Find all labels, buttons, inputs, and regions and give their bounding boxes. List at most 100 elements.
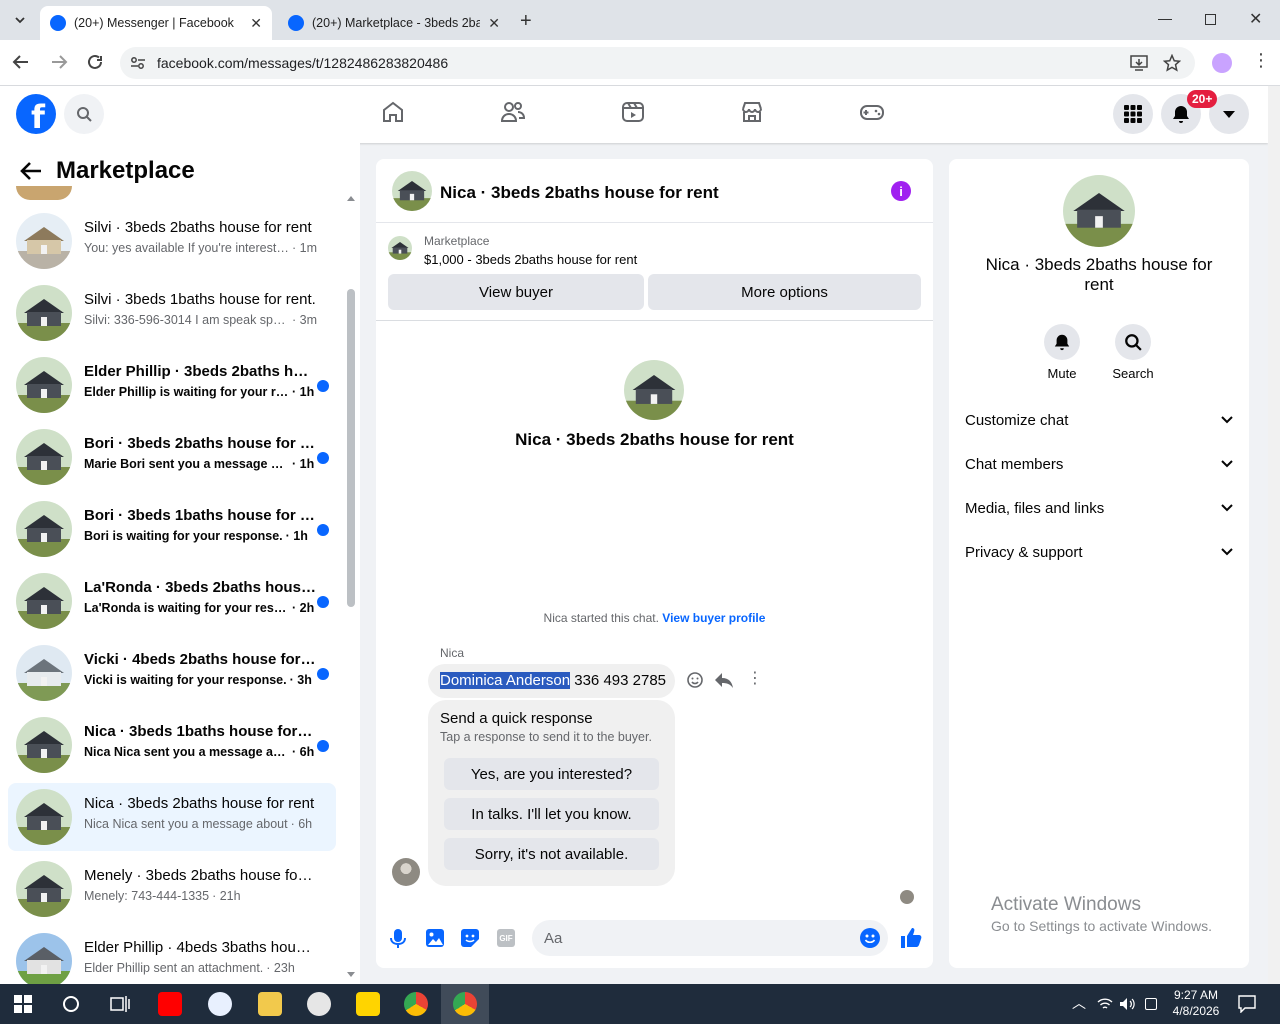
- conversation-info-button[interactable]: i: [891, 181, 911, 201]
- menu-grid-button[interactable]: [1113, 94, 1153, 134]
- view-buyer-profile-link[interactable]: View buyer profile: [662, 611, 765, 625]
- chrome-icon[interactable]: [404, 992, 428, 1016]
- emoji-picker-icon[interactable]: [860, 928, 880, 948]
- friends-icon[interactable]: [500, 100, 526, 124]
- preview-time: · 21h: [212, 889, 241, 903]
- thumbs-up-icon[interactable]: [900, 927, 922, 949]
- conversation-row[interactable]: Nica · 3beds 2baths house for rent Nica N…: [8, 783, 336, 851]
- conversation-row[interactable]: Silvi · 3beds 2baths house for rent You: …: [8, 207, 336, 275]
- vpn-shield-icon[interactable]: [208, 992, 232, 1016]
- privacy-support-row[interactable]: Privacy & support: [965, 530, 1233, 574]
- preview-time: · 3m: [292, 313, 317, 327]
- view-buyer-button[interactable]: View buyer: [388, 274, 644, 310]
- close-icon[interactable]: ✕: [250, 15, 262, 32]
- quick-response-yes[interactable]: Yes, are you interested?: [444, 758, 659, 790]
- tray-chevron-up-icon[interactable]: ︿: [1072, 993, 1086, 1013]
- extensions-puzzle-button[interactable]: [1212, 53, 1232, 73]
- gaming-controller-icon[interactable]: [859, 100, 885, 124]
- reply-icon[interactable]: [714, 671, 734, 689]
- more-options-button[interactable]: More options: [648, 274, 921, 310]
- conversation-row[interactable]: Nica · 3beds 1baths house for rent Nica N…: [8, 711, 336, 779]
- conversation-name: Bori · 3beds 2baths house for rent: [84, 435, 316, 452]
- emoji-react-icon[interactable]: [686, 671, 704, 689]
- home-icon[interactable]: [381, 100, 405, 124]
- conversation-row[interactable]: Vicki · 4beds 2baths house for rent Vicki…: [8, 639, 336, 707]
- microphone-icon[interactable]: [390, 929, 406, 949]
- scroll-down-arrow[interactable]: [347, 972, 355, 977]
- restore-button[interactable]: [1205, 14, 1216, 25]
- youtube-icon[interactable]: [158, 992, 182, 1016]
- message-bubble[interactable]: Dominica Anderson 336 493 2785: [428, 664, 675, 698]
- conversation-row[interactable]: Menely · 3beds 2baths house for rent Mene…: [8, 855, 336, 923]
- message-input[interactable]: Aa: [532, 920, 888, 956]
- sticker-icon[interactable]: [461, 929, 479, 947]
- conversation-avatar: [16, 573, 72, 629]
- paint-icon[interactable]: [307, 992, 331, 1016]
- close-icon[interactable]: ✕: [488, 15, 500, 32]
- notifications-icon[interactable]: [1238, 995, 1256, 1013]
- search-in-chat-button[interactable]: Search: [1093, 324, 1173, 381]
- tab-messenger[interactable]: (20+) Messenger | Facebook ✕: [40, 6, 272, 40]
- bookmark-star-icon[interactable]: [1163, 54, 1181, 72]
- address-bar[interactable]: facebook.com/messages/t/1282486283820486: [120, 47, 1195, 79]
- marketplace-title: Marketplace: [56, 157, 195, 184]
- chat-header-title[interactable]: Nica · 3beds 2baths house for rent: [440, 183, 719, 203]
- site-info-icon[interactable]: [130, 56, 146, 70]
- speaker-icon[interactable]: [1119, 997, 1135, 1011]
- photo-icon[interactable]: [426, 929, 444, 947]
- unread-dot: [317, 668, 329, 680]
- listing-detail[interactable]: $1,000 - 3beds 2baths house for rent: [424, 252, 637, 267]
- page-scrollbar[interactable]: [1268, 86, 1280, 984]
- sender-avatar[interactable]: [392, 858, 420, 886]
- gif-icon[interactable]: GIF: [497, 929, 515, 947]
- file-explorer-icon[interactable]: [258, 992, 282, 1016]
- facebook-logo[interactable]: f: [16, 94, 56, 134]
- chat-members-row[interactable]: Chat members: [965, 442, 1233, 486]
- media-files-links-row[interactable]: Media, files and links: [965, 486, 1233, 530]
- back-arrow-icon[interactable]: [20, 161, 42, 181]
- tab-marketplace[interactable]: (20+) Marketplace - 3beds 2baths ✕: [278, 6, 510, 40]
- quick-response-in-talks[interactable]: In talks. I'll let you know.: [444, 798, 659, 830]
- customize-chat-row[interactable]: Customize chat: [965, 398, 1233, 442]
- scroll-up-arrow[interactable]: [347, 196, 355, 201]
- chat-avatar[interactable]: [392, 171, 432, 211]
- caret-down-icon: [1223, 111, 1235, 118]
- quick-response-not-available[interactable]: Sorry, it's not available.: [444, 838, 659, 870]
- conversation-scrollbar[interactable]: [347, 289, 355, 607]
- system-clock[interactable]: 9:27 AM 4/8/2026: [1166, 987, 1226, 1019]
- minimize-button[interactable]: [1158, 19, 1172, 20]
- sticky-notes-icon[interactable]: [356, 992, 380, 1016]
- search-circle-icon[interactable]: [63, 996, 79, 1012]
- house-photo-icon: [16, 213, 72, 269]
- new-tab-button[interactable]: +: [520, 10, 532, 33]
- install-app-icon[interactable]: [1130, 55, 1148, 71]
- window-close-button[interactable]: ✕: [1249, 9, 1262, 29]
- house-photo-icon: [392, 171, 432, 211]
- search-button[interactable]: [64, 94, 104, 134]
- mute-button[interactable]: Mute: [1022, 324, 1102, 381]
- more-actions-icon[interactable]: ⋮: [747, 669, 763, 689]
- tab-search-button[interactable]: [8, 8, 32, 32]
- conversation-row[interactable]: Bori · 3beds 2baths house for rent Marie …: [8, 423, 336, 491]
- intro-avatar[interactable]: [624, 360, 684, 420]
- menu-label: Chat members: [965, 455, 1064, 473]
- conversation-row[interactable]: La'Ronda · 3beds 2baths house for rent La…: [8, 567, 336, 635]
- quick-response-title: Send a quick response: [440, 710, 593, 727]
- marketplace-store-icon[interactable]: [740, 100, 764, 124]
- listing-thumbnail[interactable]: [388, 236, 412, 260]
- conversation-row[interactable]: Bori · 3beds 1baths house for rent Bori i…: [8, 495, 336, 563]
- wifi-icon[interactable]: [1097, 997, 1113, 1011]
- back-button[interactable]: [12, 53, 30, 71]
- battery-icon[interactable]: [1145, 998, 1157, 1010]
- reload-button[interactable]: [86, 53, 104, 71]
- watch-video-icon[interactable]: [621, 100, 645, 124]
- chrome-profile-icon[interactable]: [453, 992, 477, 1016]
- conversation-row[interactable]: Silvi · 3beds 1baths house for rent. Silv…: [8, 279, 336, 347]
- task-view-icon[interactable]: [110, 995, 130, 1013]
- forward-button[interactable]: [50, 53, 68, 71]
- conversation-row[interactable]: Elder Phillip · 3beds 2baths house for r…: [8, 351, 336, 419]
- info-avatar[interactable]: [1063, 175, 1135, 247]
- browser-menu-button[interactable]: ⋮: [1252, 51, 1270, 69]
- windows-start-icon[interactable]: [14, 995, 32, 1013]
- message-input-placeholder: Aa: [544, 930, 563, 947]
